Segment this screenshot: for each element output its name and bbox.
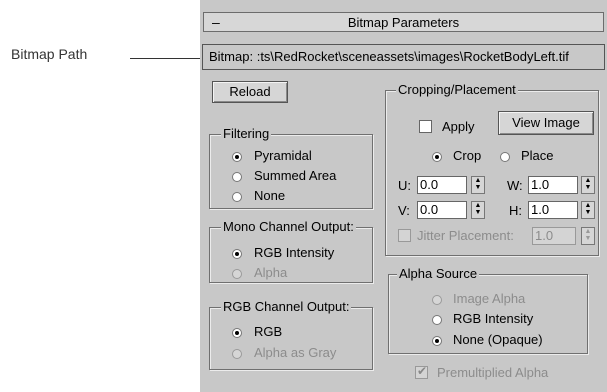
filtering-none-radio[interactable] (232, 192, 242, 202)
spinner-down-icon: ▼ (584, 184, 592, 191)
w-spinner[interactable]: ▲ ▼ (581, 176, 595, 194)
filtering-none-label: None (254, 188, 286, 203)
rgb-output-label: RGB (254, 324, 283, 339)
place-label: Place (521, 148, 554, 163)
v-label: V: (398, 203, 410, 218)
filtering-pyramidal-radio[interactable] (232, 152, 242, 162)
mono-rgb-intensity-radio[interactable] (232, 249, 242, 259)
u-spinner[interactable]: ▲ ▼ (471, 176, 485, 194)
place-radio[interactable] (500, 152, 510, 162)
rgb-output-radio[interactable] (232, 328, 242, 338)
reload-button[interactable]: Reload (212, 81, 288, 103)
rgb-channel-group (209, 307, 373, 370)
h-input[interactable]: 1.0 (528, 201, 578, 219)
spinner-up-icon: ▲ (584, 202, 592, 209)
rollout-header[interactable]: – Bitmap Parameters (203, 12, 604, 32)
premultiplied-alpha-label: Premultiplied Alpha (437, 365, 549, 380)
jitter-placement-spinner[interactable]: ▲ ▼ (581, 227, 595, 245)
spinner-up-icon: ▲ (474, 202, 482, 209)
alpha-rgb-intensity-label: RGB Intensity (453, 311, 534, 326)
alpha-rgb-intensity-radio[interactable] (432, 315, 442, 325)
cropping-placement-title: Cropping/Placement (396, 82, 518, 97)
rgb-channel-title: RGB Channel Output: (221, 299, 352, 314)
spinner-down-icon: ▼ (474, 209, 482, 216)
jitter-placement-label: Jitter Placement: (417, 228, 514, 243)
u-label: U: (398, 178, 411, 193)
check-mark-icon: ✔ (417, 364, 428, 378)
v-input[interactable]: 0.0 (417, 201, 467, 219)
mono-alpha-radio[interactable] (232, 269, 242, 279)
h-label: H: (509, 203, 522, 218)
spinner-down-icon: ▼ (474, 184, 482, 191)
spinner-up-icon: ▲ (584, 177, 592, 184)
none-opaque-radio[interactable] (432, 336, 442, 346)
bitmap-path-button[interactable]: Bitmap: :ts\RedRocket\sceneassets\images… (202, 44, 605, 70)
alpha-source-title: Alpha Source (397, 266, 480, 281)
spinner-up-icon: ▲ (584, 228, 592, 235)
filtering-summed-area-radio[interactable] (232, 172, 242, 182)
bitmap-path-value: :ts\RedRocket\sceneassets\images\RocketB… (256, 49, 569, 64)
callout-leader-line (130, 58, 202, 59)
rollout-title: Bitmap Parameters (347, 15, 460, 30)
view-image-button[interactable]: View Image (498, 111, 594, 135)
bitmap-path-text: Bitmap: :ts\RedRocket\sceneassets\images… (209, 49, 569, 64)
mono-alpha-label: Alpha (254, 265, 288, 280)
apply-checkbox[interactable] (419, 120, 432, 133)
bitmap-path-callout: Bitmap Path (11, 46, 88, 62)
mono-channel-title: Mono Channel Output: (221, 219, 356, 234)
jitter-placement-input[interactable]: 1.0 (532, 227, 576, 245)
alpha-as-gray-label: Alpha as Gray (254, 345, 337, 360)
apply-label: Apply (442, 119, 475, 134)
w-input[interactable]: 1.0 (528, 176, 578, 194)
w-label: W: (507, 178, 523, 193)
jitter-placement-checkbox[interactable] (398, 229, 411, 242)
bitmap-path-label: Bitmap: (209, 49, 254, 64)
none-opaque-label: None (Opaque) (453, 332, 543, 347)
h-spinner[interactable]: ▲ ▼ (581, 201, 595, 219)
image-alpha-label: Image Alpha (453, 291, 526, 306)
u-input[interactable]: 0.0 (417, 176, 467, 194)
spinner-down-icon: ▼ (584, 235, 592, 242)
mono-rgb-intensity-label: RGB Intensity (254, 245, 335, 260)
alpha-as-gray-radio[interactable] (232, 349, 242, 359)
premultiplied-alpha-checkbox[interactable]: ✔ (415, 364, 428, 379)
image-alpha-radio[interactable] (432, 295, 442, 305)
filtering-pyramidal-label: Pyramidal (254, 148, 312, 163)
crop-label: Crop (453, 148, 482, 163)
filtering-title: Filtering (221, 126, 272, 141)
spinner-up-icon: ▲ (474, 177, 482, 184)
spinner-down-icon: ▼ (584, 209, 592, 216)
crop-radio[interactable] (432, 152, 442, 162)
v-spinner[interactable]: ▲ ▼ (471, 201, 485, 219)
filtering-summed-area-label: Summed Area (254, 168, 337, 183)
